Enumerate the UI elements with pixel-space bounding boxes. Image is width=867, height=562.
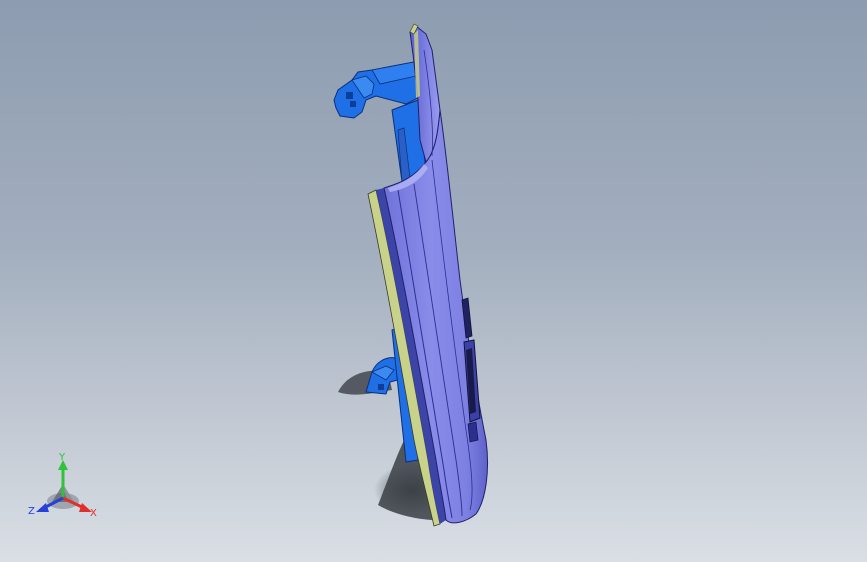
x-axis-label: X — [90, 508, 97, 519]
model-scene[interactable] — [0, 0, 867, 562]
orientation-triad[interactable]: Y X Z — [22, 446, 112, 526]
graphics-viewport[interactable]: Y X Z — [0, 0, 867, 562]
trim-panel[interactable] — [367, 23, 489, 527]
z-axis-arrow-icon — [36, 503, 49, 512]
z-axis-label: Z — [28, 506, 35, 517]
y-axis-label: Y — [58, 452, 66, 463]
